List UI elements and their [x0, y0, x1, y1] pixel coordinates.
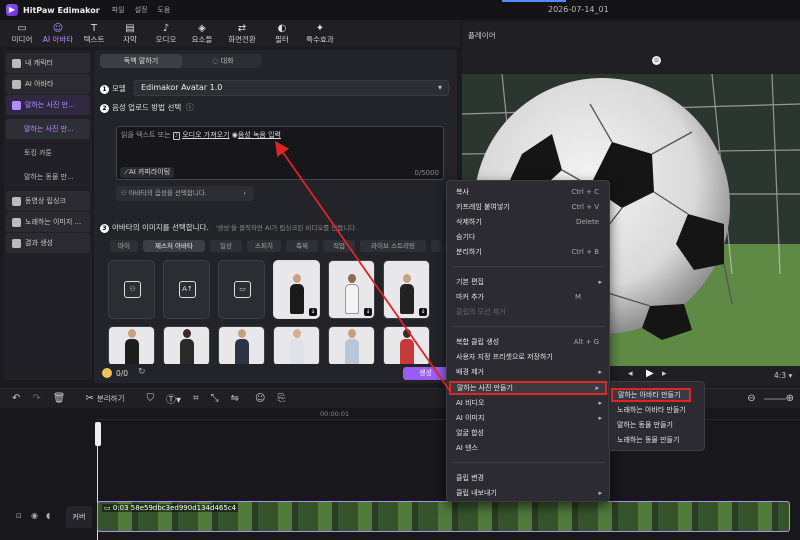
annotation-arrow [274, 141, 451, 392]
